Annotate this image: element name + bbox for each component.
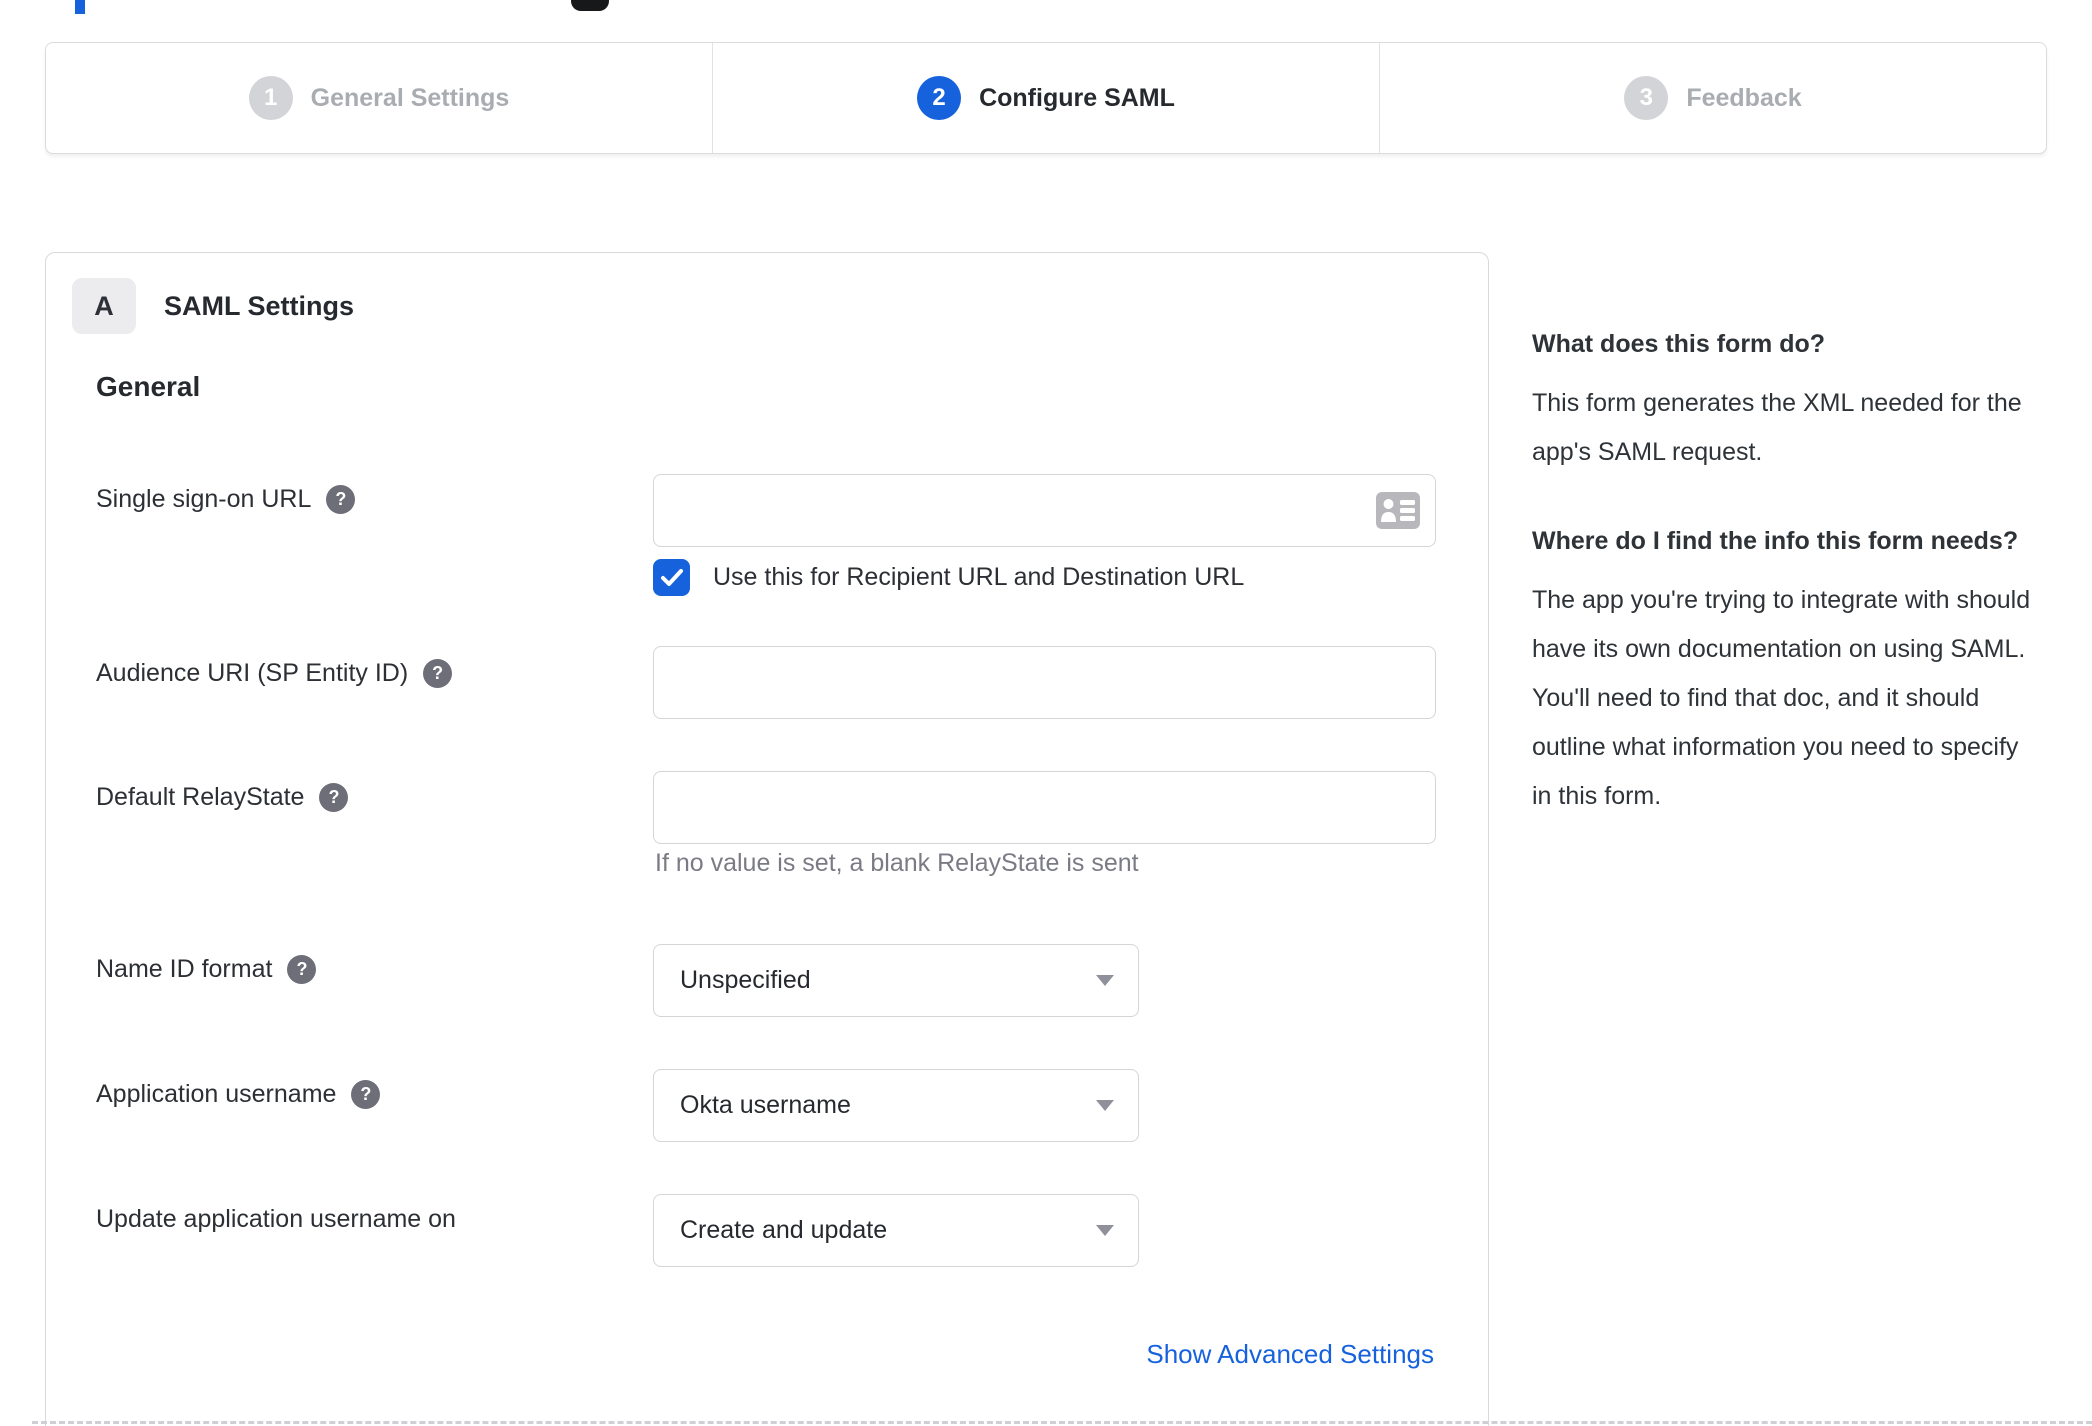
help-icon[interactable]: ?: [351, 1080, 381, 1109]
update-username-select[interactable]: Create and update: [653, 1194, 1139, 1267]
step-label: General Settings: [310, 83, 510, 112]
relaystate-label-text: Default RelayState: [96, 783, 305, 811]
section-title: SAML Settings: [164, 291, 355, 321]
relaystate-input-wrap: [653, 771, 1436, 844]
sso-url-label: Single sign-on URL ?: [96, 485, 356, 514]
audience-uri-input[interactable]: [653, 646, 1436, 719]
recipient-url-checkbox-label: Use this for Recipient URL and Destinati…: [713, 563, 1245, 591]
app-username-label: Application username ?: [96, 1080, 381, 1109]
step-label: Feedback: [1686, 83, 1802, 112]
saml-settings-panel: A SAML Settings General Single sign-on U…: [45, 252, 1489, 1426]
step-feedback[interactable]: 3 Feedback: [1379, 43, 2046, 153]
update-username-label: Update application username on: [96, 1205, 456, 1234]
help-icon[interactable]: ?: [319, 783, 349, 812]
relaystate-input[interactable]: [653, 771, 1436, 844]
recipient-url-checkbox[interactable]: [653, 559, 690, 596]
wizard-stepper: 1 General Settings 2 Configure SAML 3 Fe…: [45, 42, 2047, 154]
chevron-down-icon: [1096, 1225, 1114, 1236]
sso-url-input-wrap: [653, 474, 1436, 547]
general-group-heading: General: [96, 371, 201, 402]
cutoff-logo-fragment: [75, 0, 85, 14]
name-id-format-label: Name ID format ?: [96, 955, 317, 984]
relaystate-label: Default RelayState ?: [96, 783, 349, 812]
help-heading-where: Where do I find the info this form needs…: [1532, 527, 2019, 555]
name-id-format-value: Unspecified: [680, 966, 811, 994]
step-general-settings[interactable]: 1 General Settings: [46, 43, 712, 153]
step-number-badge: 3: [1624, 76, 1669, 120]
cutoff-app-icon-fragment: [571, 0, 609, 11]
step-label: Configure SAML: [979, 83, 1175, 112]
step-number-badge: 2: [917, 76, 962, 120]
audience-uri-label: Audience URI (SP Entity ID) ?: [96, 659, 453, 688]
step-configure-saml[interactable]: 2 Configure SAML: [712, 43, 1379, 153]
configure-saml-page: 1 General Settings 2 Configure SAML 3 Fe…: [0, 0, 2092, 1426]
help-icon[interactable]: ?: [326, 485, 356, 514]
section-a-badge: A: [72, 278, 136, 334]
show-advanced-settings-link[interactable]: Show Advanced Settings: [1146, 1339, 1434, 1370]
update-username-value: Create and update: [680, 1216, 888, 1244]
help-heading-what: What does this form do?: [1532, 330, 1826, 358]
relaystate-hint: If no value is set, a blank RelayState i…: [655, 849, 1139, 877]
check-icon: [660, 568, 683, 586]
app-username-select[interactable]: Okta username: [653, 1069, 1139, 1142]
chevron-down-icon: [1096, 1100, 1114, 1111]
recipient-url-checkbox-row: Use this for Recipient URL and Destinati…: [653, 559, 1244, 596]
dashed-section-divider: [32, 1421, 2092, 1424]
step-number-badge: 1: [248, 76, 293, 120]
app-username-label-text: Application username: [96, 1080, 337, 1108]
help-text-where: The app you're trying to integrate with …: [1532, 586, 2031, 810]
help-text-what: This form generates the XML needed for t…: [1532, 389, 2022, 466]
help-icon[interactable]: ?: [287, 955, 317, 984]
name-id-format-select[interactable]: Unspecified: [653, 944, 1139, 1017]
help-sidebar: What does this form do? This form genera…: [1532, 326, 2040, 867]
name-id-format-label-text: Name ID format: [96, 955, 273, 983]
help-icon[interactable]: ?: [423, 659, 453, 688]
contact-card-icon: [1376, 492, 1420, 529]
app-username-value: Okta username: [680, 1091, 851, 1119]
sso-url-input[interactable]: [653, 474, 1436, 547]
chevron-down-icon: [1096, 975, 1114, 986]
sso-url-label-text: Single sign-on URL: [96, 485, 312, 513]
audience-uri-label-text: Audience URI (SP Entity ID): [96, 659, 409, 687]
audience-uri-input-wrap: [653, 646, 1436, 719]
update-username-label-text: Update application username on: [96, 1205, 456, 1233]
